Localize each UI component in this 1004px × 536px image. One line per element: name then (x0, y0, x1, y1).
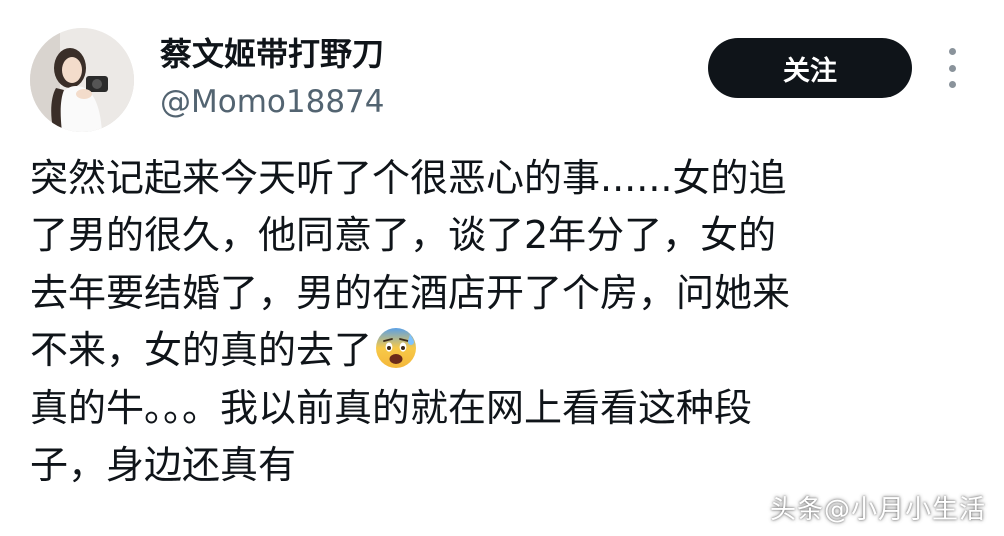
author-display-name[interactable]: 蔡文姬带打野刀 (160, 34, 384, 74)
author-handle[interactable]: @Momo18874 (160, 82, 385, 122)
tweet-line: 突然记起来今天听了个很恶心的事......女的追 (30, 156, 787, 200)
more-vertical-icon[interactable] (934, 48, 970, 88)
more-dot (948, 81, 956, 88)
tweet-line: 去年要结婚了，男的在酒店开了个房，问她来 (30, 270, 791, 315)
tweet-line: 了男的很久，他同意了，谈了2年分了，女的 (30, 213, 777, 258)
follow-button[interactable]: 关注 (708, 38, 912, 98)
tweet-text: 突然记起来今天听了个很恶心的事......女的追 了男的很久，他同意了，谈了2年… (30, 150, 970, 494)
avatar[interactable] (30, 28, 134, 132)
tweet-line-with-emoji: 不来，女的真的去了 (30, 322, 970, 379)
tweet-line: 不来，女的真的去了 (30, 328, 373, 373)
tweet-line: 子，身边还真有 (30, 442, 297, 487)
anxious-face-with-sweat-emoji (376, 328, 417, 369)
more-dot (948, 64, 956, 72)
tweet-header: 蔡文姬带打野刀 @Momo18874 关注 (0, 0, 1004, 140)
source-watermark: 头条@小月小生活 (769, 495, 986, 525)
avatar-photo (30, 28, 134, 132)
more-dot (948, 48, 956, 55)
tweet-line: 真的牛。。。我以前真的就在网上看看这种段 (30, 385, 753, 430)
